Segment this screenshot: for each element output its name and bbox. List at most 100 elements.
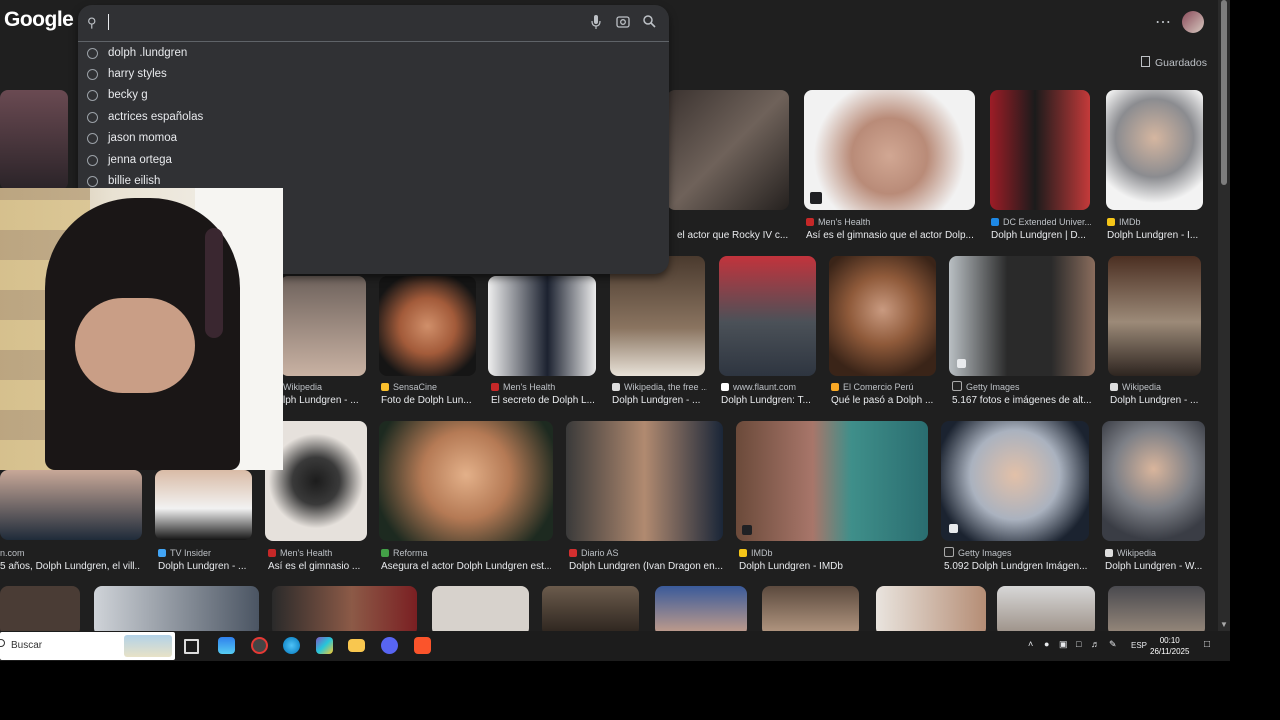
result-title[interactable]: El secreto de Dolph L...	[491, 394, 596, 407]
suggestion-item[interactable]: jenna ortega	[78, 152, 669, 173]
suggestion-item[interactable]: dolph .lundgren	[78, 45, 669, 66]
volume-icon[interactable]: ♬	[1091, 639, 1100, 649]
scrollbar-thumb[interactable]	[1221, 0, 1227, 185]
google-logo[interactable]: Google	[4, 8, 74, 32]
chevron-up-icon[interactable]: ˄	[1028, 639, 1033, 649]
edge-icon[interactable]	[283, 637, 300, 654]
file-explorer-icon[interactable]	[348, 639, 365, 652]
image-result[interactable]	[280, 276, 366, 376]
suggestion-item[interactable]: harry styles	[78, 66, 669, 87]
notifications-icon[interactable]: □	[1204, 639, 1210, 650]
image-result[interactable]	[542, 586, 639, 631]
network-icon[interactable]: ▣	[1059, 639, 1068, 650]
image-result[interactable]	[0, 90, 68, 190]
mens-health-favicon	[268, 549, 276, 557]
image-result[interactable]	[667, 90, 789, 210]
image-result[interactable]	[94, 586, 259, 631]
image-result[interactable]	[736, 421, 928, 541]
image-result[interactable]	[804, 90, 975, 210]
result-source: Wikipedia, the free ...	[612, 381, 707, 394]
gallery-icon	[957, 359, 966, 368]
store-icon[interactable]	[218, 637, 235, 654]
result-title[interactable]: lph Lundgren - ...	[283, 394, 366, 407]
image-result[interactable]	[432, 586, 529, 631]
browser-viewport: Google ⚲ dolph .lundgren harry styles be…	[0, 0, 1230, 631]
result-title[interactable]: Dolph Lundgren (Ivan Dragon en...	[569, 560, 724, 573]
image-result[interactable]	[0, 586, 80, 631]
image-result[interactable]	[990, 90, 1090, 210]
app-icon[interactable]	[251, 637, 268, 654]
history-icon	[87, 48, 98, 59]
result-source: Wikipedia	[283, 382, 323, 392]
result-title[interactable]: Dolph Lundgren - ...	[612, 394, 707, 407]
history-icon	[87, 176, 98, 187]
copilot-icon[interactable]	[316, 637, 333, 654]
result-title[interactable]: Dolph Lundgren - W...	[1105, 560, 1205, 573]
image-result[interactable]	[1108, 586, 1205, 631]
suggestion-item[interactable]: actrices españolas	[78, 109, 669, 130]
result-source: Men's Health	[491, 381, 596, 394]
result-title[interactable]: Asegura el actor Dolph Lundgren est...	[381, 560, 551, 573]
task-view-icon[interactable]	[184, 639, 199, 654]
tv-insider-favicon	[158, 549, 166, 557]
microphone-icon[interactable]	[591, 15, 601, 30]
result-title[interactable]: 5.167 fotos e imágenes de alt...	[952, 394, 1092, 407]
result-title[interactable]: el actor que Rocky IV c...	[677, 229, 792, 242]
result-title[interactable]: Dolph Lundgren - IMDb	[739, 560, 927, 573]
google-apps-icon[interactable]: ⋯	[1155, 12, 1171, 32]
brave-icon[interactable]	[414, 637, 431, 654]
image-result[interactable]	[1106, 90, 1203, 210]
image-result[interactable]	[1102, 421, 1205, 541]
microphone-icon[interactable]: ●	[1044, 639, 1049, 649]
result-title[interactable]: Qué le pasó a Dolph ...	[831, 394, 936, 407]
result-title[interactable]: Así es el gimnasio ...	[268, 560, 366, 573]
result-title[interactable]: Dolph Lundgren - ...	[1110, 394, 1203, 407]
result-source: IMDb	[739, 547, 927, 560]
meet-icon[interactable]: □	[1076, 639, 1081, 649]
image-result[interactable]	[379, 276, 476, 376]
saved-button[interactable]: Guardados	[1141, 56, 1207, 69]
search-submit-icon[interactable]	[643, 15, 656, 28]
pen-icon[interactable]: ✎	[1109, 639, 1117, 650]
clock[interactable]: 00:10 26/11/2025	[1150, 635, 1189, 657]
result-source: Wikipedia	[1105, 547, 1205, 560]
result-title[interactable]: Dolph Lundgren - I...	[1107, 229, 1204, 242]
taskbar-search[interactable]: Buscar	[0, 632, 175, 660]
result-title[interactable]: Dolph Lundgren - ...	[158, 560, 253, 573]
result-title[interactable]: Dolph Lundgren: T...	[721, 394, 816, 407]
account-avatar[interactable]	[1182, 11, 1204, 33]
image-result[interactable]	[272, 586, 417, 631]
scroll-down-arrow-icon[interactable]: ▼	[1220, 620, 1228, 629]
image-result[interactable]	[488, 276, 596, 376]
image-result[interactable]	[762, 586, 859, 631]
discord-icon[interactable]	[381, 637, 398, 654]
image-result[interactable]	[949, 256, 1095, 376]
scrollbar[interactable]: ▼	[1218, 0, 1230, 631]
image-result[interactable]	[719, 256, 816, 376]
result-title[interactable]: 5 años, Dolph Lundgren, el vill...	[0, 560, 140, 573]
image-result[interactable]	[379, 421, 553, 541]
image-result[interactable]	[941, 421, 1089, 541]
image-result[interactable]	[0, 470, 142, 540]
history-icon	[87, 90, 98, 101]
image-result[interactable]	[566, 421, 723, 541]
image-result[interactable]	[1108, 256, 1201, 376]
image-result[interactable]	[829, 256, 936, 376]
suggestion-item[interactable]: jason momoa	[78, 130, 669, 151]
search-input[interactable]	[110, 13, 584, 33]
suggestion-item[interactable]: becky g	[78, 87, 669, 108]
result-source: Men's Health	[268, 547, 366, 560]
gallery-icon	[949, 524, 958, 533]
image-result[interactable]	[997, 586, 1095, 631]
image-result[interactable]	[610, 256, 705, 376]
result-title[interactable]: Dolph Lundgren | D...	[991, 229, 1091, 242]
image-result[interactable]	[876, 586, 986, 631]
image-result[interactable]	[655, 586, 747, 631]
language-indicator[interactable]: ESP	[1131, 641, 1147, 650]
lens-camera-icon[interactable]	[616, 15, 630, 29]
result-title[interactable]: Así es el gimnasio que el actor Dolp...	[806, 229, 976, 242]
image-result[interactable]	[155, 470, 252, 540]
result-title[interactable]: 5.092 Dolph Lundgren Imágen...	[944, 560, 1089, 573]
search-bar[interactable]: ⚲	[78, 5, 669, 42]
result-title[interactable]: Foto de Dolph Lun...	[381, 394, 476, 407]
